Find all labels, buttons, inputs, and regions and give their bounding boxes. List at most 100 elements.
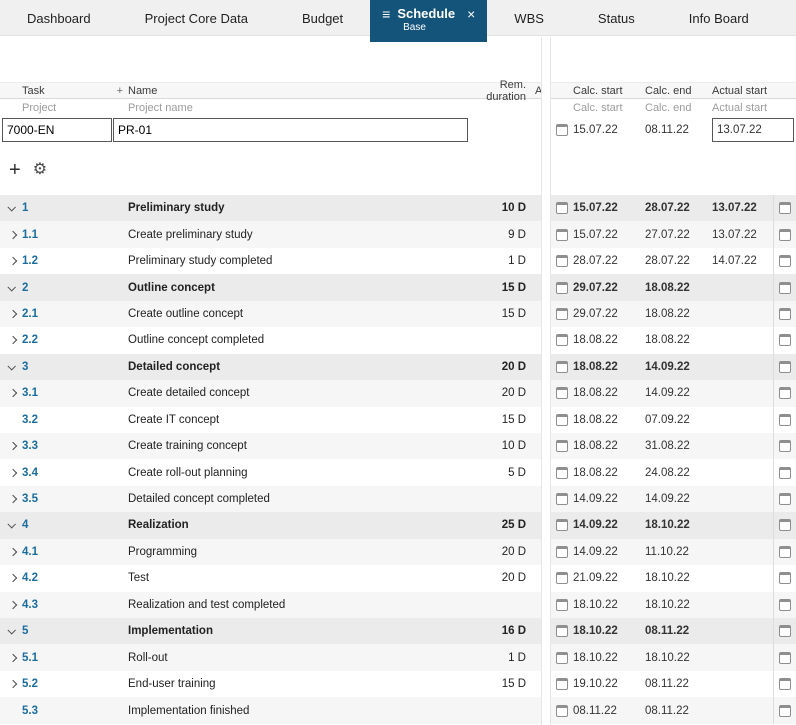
calendar-icon[interactable] (779, 307, 791, 320)
calendar-icon[interactable] (779, 493, 791, 506)
task-row[interactable]: 2 Outline concept 15 D 29.07.22 18.08.22 (0, 274, 796, 301)
task-row[interactable]: 3 Detailed concept 20 D 18.08.22 14.09.2… (0, 353, 796, 381)
calendar-icon[interactable] (556, 678, 568, 691)
calendar-icon[interactable] (556, 440, 568, 453)
task-id: 3.3 (22, 440, 38, 453)
task-row[interactable]: 1 Preliminary study 10 D 15.07.22 28.07.… (0, 195, 796, 222)
settings-gear-button[interactable]: ⚙ (33, 161, 47, 178)
task-row[interactable]: 5.1 Roll-out 1 D 18.10.22 18.10.22 (0, 644, 796, 671)
calendar-icon[interactable] (556, 255, 568, 268)
task-row[interactable]: 4 Realization 25 D 14.09.22 18.10.22 (0, 512, 796, 539)
task-row[interactable]: 5.3 Implementation finished 08.11.22 08.… (0, 697, 796, 724)
add-task-button[interactable]: + (9, 160, 21, 180)
row-chevron-icon[interactable] (8, 336, 18, 345)
calendar-icon[interactable] (779, 440, 791, 453)
calendar-icon[interactable] (556, 572, 568, 585)
task-row[interactable]: 4.3 Realization and test completed 18.10… (0, 591, 796, 618)
calendar-icon[interactable] (779, 387, 791, 400)
calendar-icon[interactable] (556, 466, 568, 479)
calendar-icon[interactable] (779, 202, 791, 215)
calendar-icon[interactable] (556, 281, 568, 294)
calendar-icon[interactable] (779, 334, 791, 347)
task-row[interactable]: 3.5 Detailed concept completed 14.09.22 … (0, 485, 796, 513)
tab[interactable]: Info Board (662, 0, 776, 26)
calendar-icon[interactable] (779, 519, 791, 532)
row-chevron-icon[interactable] (8, 679, 18, 689)
row-chevron-icon[interactable] (7, 282, 16, 292)
tab[interactable]: Status (571, 0, 662, 26)
calendar-icon[interactable] (556, 124, 568, 136)
calendar-icon[interactable] (779, 651, 791, 664)
row-chevron-icon[interactable] (7, 361, 16, 371)
task-row[interactable]: 3.4 Create roll-out planning 5 D 18.08.2… (0, 459, 796, 486)
calendar-icon[interactable] (556, 545, 568, 558)
row-chevron-icon[interactable] (8, 547, 18, 557)
tab[interactable]: Dashboard (0, 0, 118, 26)
row-chevron-icon[interactable] (8, 389, 18, 398)
row-chevron-icon[interactable] (8, 230, 18, 239)
calendar-icon[interactable] (779, 360, 791, 373)
row-chevron-icon[interactable] (8, 441, 18, 451)
task-row[interactable]: 4.1 Programming 20 D 14.09.22 11.10.22 (0, 538, 796, 566)
project-name-input[interactable] (113, 118, 468, 142)
row-chevron-icon[interactable] (8, 256, 18, 266)
calendar-icon[interactable] (556, 202, 568, 215)
tab-active[interactable]: ≡ Schedule × Base (370, 0, 488, 42)
task-row[interactable]: 2.2 Outline concept completed 18.08.22 1… (0, 327, 796, 354)
task-row[interactable]: 2.1 Create outline concept 15 D 29.07.22… (0, 300, 796, 328)
task-row[interactable]: 1.2 Preliminary study completed 1 D 28.0… (0, 247, 796, 275)
calendar-icon[interactable] (556, 307, 568, 320)
calendar-icon[interactable] (556, 704, 568, 717)
calendar-icon[interactable] (779, 228, 791, 241)
tab[interactable]: Budget (275, 0, 370, 26)
row-chevron-icon[interactable] (8, 574, 18, 583)
calendar-icon[interactable] (556, 360, 568, 373)
calendar-icon[interactable] (779, 704, 791, 717)
close-icon[interactable]: × (467, 7, 475, 21)
calendar-icon[interactable] (779, 545, 791, 558)
task-row[interactable]: 5 Implementation 16 D 18.10.22 08.11.22 (0, 618, 796, 645)
calendar-icon[interactable] (556, 413, 568, 426)
row-chevron-icon[interactable] (8, 600, 18, 610)
calendar-icon[interactable] (779, 255, 791, 268)
calc-end-value: 18.08.22 (645, 334, 690, 347)
task-row[interactable]: 1.1 Create preliminary study 9 D 15.07.2… (0, 221, 796, 248)
calendar-icon[interactable] (556, 519, 568, 532)
task-row[interactable]: 3.1 Create detailed concept 20 D 18.08.2… (0, 380, 796, 407)
calendar-icon[interactable] (779, 678, 791, 691)
menu-icon[interactable]: ≡ (382, 7, 390, 21)
calendar-icon[interactable] (779, 413, 791, 426)
task-row[interactable]: 4.2 Test 20 D 21.09.22 18.10.22 (0, 565, 796, 592)
calendar-icon[interactable] (556, 493, 568, 506)
calendar-icon[interactable] (779, 572, 791, 585)
calendar-icon[interactable] (779, 625, 791, 638)
project-actual-start-input[interactable]: 13.07.22 (712, 118, 794, 142)
calendar-icon[interactable] (556, 651, 568, 664)
task-row[interactable]: 5.2 End-user training 15 D 19.10.22 08.1… (0, 670, 796, 698)
calendar-icon[interactable] (779, 466, 791, 479)
task-duration: 20 D (501, 360, 526, 373)
tab[interactable]: Project Core Data (118, 0, 275, 26)
add-column-icon[interactable]: + (117, 85, 123, 97)
calc-end-value: 18.10.22 (645, 651, 690, 664)
calendar-icon[interactable] (556, 625, 568, 638)
project-id-input[interactable] (2, 118, 112, 142)
row-chevron-icon[interactable] (8, 468, 18, 477)
calendar-icon[interactable] (556, 228, 568, 241)
calc-start-value: 18.10.22 (573, 651, 618, 664)
row-chevron-icon[interactable] (8, 653, 18, 662)
calendar-icon[interactable] (779, 598, 791, 611)
calendar-icon[interactable] (556, 387, 568, 400)
row-chevron-icon[interactable] (8, 309, 18, 319)
row-chevron-icon[interactable] (7, 626, 16, 635)
row-chevron-icon[interactable] (7, 520, 16, 530)
row-chevron-icon[interactable] (7, 203, 16, 212)
calendar-icon[interactable] (779, 281, 791, 294)
calendar-icon[interactable] (556, 334, 568, 347)
calendar-icon[interactable] (556, 598, 568, 611)
task-row[interactable]: 3.2 Create IT concept 15 D 18.08.22 07.0… (0, 406, 796, 433)
task-name: Create IT concept (128, 413, 220, 426)
row-chevron-icon[interactable] (8, 494, 18, 504)
task-row[interactable]: 3.3 Create training concept 10 D 18.08.2… (0, 432, 796, 460)
tab[interactable]: WBS (487, 0, 571, 26)
